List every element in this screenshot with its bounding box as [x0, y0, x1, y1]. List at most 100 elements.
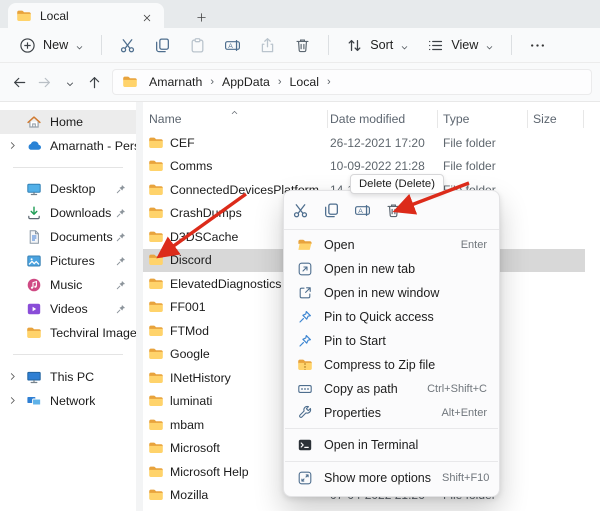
column-separator[interactable]: [327, 110, 328, 128]
folder-icon: [148, 393, 164, 409]
copy-path-icon: [297, 381, 313, 397]
context-rename-button[interactable]: A: [348, 196, 376, 224]
home-icon: [26, 114, 42, 130]
rename-button[interactable]: A: [215, 31, 250, 59]
menu-item-open[interactable]: Open Enter: [288, 233, 495, 257]
back-button[interactable]: [8, 71, 31, 94]
file-row[interactable]: CEF 26-12-2021 17:20 File folder: [143, 131, 585, 155]
file-name: luminati: [170, 394, 212, 408]
close-icon: [142, 11, 152, 21]
file-name: CEF: [170, 136, 195, 150]
context-copy-button[interactable]: [317, 196, 345, 224]
menu-item-open-in-new-tab[interactable]: Open in new tab: [288, 257, 495, 281]
breadcrumb-segment[interactable]: Amarnath: [145, 74, 206, 90]
open-new-window-icon: [297, 285, 313, 301]
menu-item-label: Open in new tab: [324, 262, 487, 276]
menu-item-shortcut: Enter: [461, 239, 487, 251]
view-button[interactable]: View: [418, 31, 503, 59]
column-header-type[interactable]: Type: [443, 112, 469, 126]
more-options-button[interactable]: [520, 31, 555, 59]
share-button[interactable]: [250, 31, 285, 59]
forward-button[interactable]: [33, 71, 56, 94]
sidebar-item-pictures[interactable]: Pictures: [0, 249, 136, 273]
column-separator[interactable]: [583, 110, 584, 128]
chevron-down-icon: [75, 41, 84, 50]
sidebar-item-this-pc[interactable]: This PC: [0, 365, 136, 389]
sort-button[interactable]: Sort: [337, 31, 418, 59]
column-separator[interactable]: [527, 110, 528, 128]
sidebar-item-home[interactable]: Home: [0, 110, 136, 134]
column-header-date-modified[interactable]: Date modified: [330, 112, 405, 126]
file-type: File folder: [443, 136, 496, 150]
new-button[interactable]: New: [10, 31, 93, 59]
menu-item-show-more-options[interactable]: Show more optionsShift+F10: [288, 465, 495, 491]
sidebar-item-techviral-images[interactable]: Techviral Images: [0, 321, 136, 345]
sidebar-item-downloads[interactable]: Downloads: [0, 201, 136, 225]
thispc-icon: [26, 369, 42, 385]
column-header-size[interactable]: Size: [533, 112, 557, 126]
paste-button[interactable]: [180, 31, 215, 59]
file-name: Comms: [170, 159, 212, 173]
menu-item-pin-to-quick-access[interactable]: Pin to Quick access: [288, 305, 495, 329]
sidebar-item-music[interactable]: Music: [0, 273, 136, 297]
file-name: mbam: [170, 418, 204, 432]
sidebar-item-documents[interactable]: Documents: [0, 225, 136, 249]
file-date-modified: 10-09-2022 21:28: [330, 159, 425, 173]
address-box[interactable]: Amarnath›AppData›Local›: [112, 69, 592, 95]
column-separator[interactable]: [437, 110, 438, 128]
column-header-name[interactable]: Name: [149, 112, 182, 126]
folder-icon: [148, 487, 164, 503]
chevron-right-icon[interactable]: [7, 140, 18, 151]
menu-item-properties[interactable]: PropertiesAlt+Enter: [288, 401, 495, 425]
sidebar-item-videos[interactable]: Videos: [0, 297, 136, 321]
menu-item-pin-to-start[interactable]: Pin to Start: [288, 329, 495, 353]
delete-tooltip: Delete (Delete): [350, 174, 444, 194]
pin-icon: [115, 183, 127, 195]
copy-icon: [154, 37, 171, 54]
context-menu-quick-actions: A: [284, 191, 499, 230]
breadcrumb-segment[interactable]: AppData: [218, 74, 274, 90]
chevron-down-icon: [65, 77, 75, 87]
more-icon: [529, 37, 546, 54]
close-tab-button[interactable]: [138, 7, 156, 25]
copy-button[interactable]: [145, 31, 180, 59]
onedrive-icon: [26, 138, 42, 154]
cut-button[interactable]: [110, 31, 145, 59]
up-button[interactable]: [83, 71, 106, 94]
menu-item-compress-to-zip-file[interactable]: Compress to Zip file: [288, 353, 495, 377]
file-name: ElevatedDiagnostics: [170, 277, 281, 291]
sidebar-item-amarnath-person[interactable]: Amarnath - Person: [0, 134, 136, 158]
terminal-icon: [297, 437, 313, 453]
folder-icon: [148, 417, 164, 433]
sidebar-scrollbar[interactable]: [136, 102, 143, 511]
context-delete-button[interactable]: [379, 196, 407, 224]
tab-local[interactable]: Local: [8, 3, 164, 28]
folder-icon: [122, 74, 138, 90]
menu-item-open-in-new-window[interactable]: Open in new window: [288, 281, 495, 305]
pin-icon: [115, 279, 127, 291]
new-label: New: [43, 38, 68, 52]
breadcrumb-segment[interactable]: Local: [286, 74, 323, 90]
chevron-right-icon[interactable]: [7, 371, 18, 382]
sidebar-item-network[interactable]: Network: [0, 389, 136, 413]
svg-text:A: A: [358, 208, 363, 215]
chevron-down-icon: [485, 41, 494, 50]
share-icon: [259, 37, 276, 54]
new-tab-button[interactable]: [192, 7, 210, 25]
menu-item-label: Open: [324, 238, 450, 252]
chevron-right-icon[interactable]: [7, 395, 18, 406]
menu-item-copy-as-path[interactable]: Copy as pathCtrl+Shift+C: [288, 377, 495, 401]
delete-button[interactable]: [285, 31, 320, 59]
recent-locations-button[interactable]: [58, 71, 81, 94]
show-more-icon: [297, 470, 313, 486]
menu-item-open-in-terminal[interactable]: Open in Terminal: [288, 432, 495, 458]
back-icon: [12, 75, 27, 90]
folder-icon: [148, 440, 164, 456]
menu-item-label: Compress to Zip file: [324, 358, 487, 372]
file-date-modified: 26-12-2021 17:20: [330, 136, 425, 150]
music-icon: [26, 277, 42, 293]
documents-icon: [26, 229, 42, 245]
context-cut-button[interactable]: [286, 196, 314, 224]
file-name: Discord: [170, 253, 212, 267]
sidebar-item-desktop[interactable]: Desktop: [0, 177, 136, 201]
